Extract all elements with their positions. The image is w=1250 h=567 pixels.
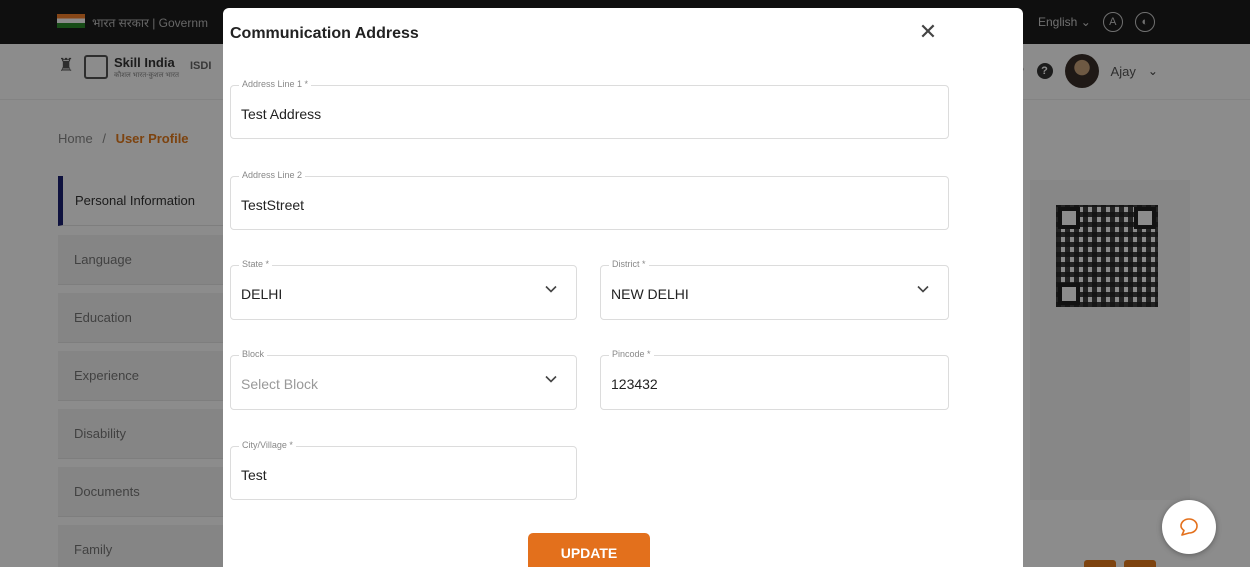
district-select[interactable]: District * NEW DELHI bbox=[600, 259, 949, 320]
pincode-value[interactable]: 123432 bbox=[611, 376, 658, 392]
state-select[interactable]: State * DELHI bbox=[230, 259, 577, 320]
city-village-field[interactable]: City/Village * Test bbox=[230, 440, 577, 500]
chevron-down-icon[interactable] bbox=[916, 282, 930, 296]
address-line-2-value[interactable]: TestStreet bbox=[241, 197, 304, 213]
district-label: District * bbox=[609, 259, 649, 269]
address-line-2-label: Address Line 2 bbox=[239, 170, 306, 180]
block-label: Block bbox=[239, 349, 268, 359]
address-line-1-label: Address Line 1 * bbox=[239, 79, 312, 89]
chevron-down-icon[interactable] bbox=[544, 282, 558, 296]
chat-bubble-icon bbox=[1180, 518, 1198, 536]
close-icon[interactable]: ✕ bbox=[916, 20, 940, 44]
chat-icon[interactable] bbox=[1162, 500, 1216, 554]
address-line-2-field[interactable]: Address Line 2 TestStreet bbox=[230, 170, 949, 230]
block-placeholder: Select Block bbox=[241, 376, 319, 392]
update-button[interactable]: UPDATE bbox=[528, 533, 650, 567]
city-village-value[interactable]: Test bbox=[241, 467, 267, 483]
chevron-down-icon[interactable] bbox=[544, 372, 558, 386]
pincode-label: Pincode * bbox=[609, 349, 654, 359]
state-value: DELHI bbox=[241, 286, 283, 302]
district-value: NEW DELHI bbox=[611, 286, 689, 302]
block-select[interactable]: Block Select Block bbox=[230, 349, 577, 410]
communication-address-modal: Communication Address ✕ Address Line 1 *… bbox=[223, 8, 1023, 567]
modal-title: Communication Address bbox=[230, 25, 419, 42]
state-label: State * bbox=[239, 259, 273, 269]
address-line-1-field[interactable]: Address Line 1 * Test Address bbox=[230, 79, 949, 139]
pincode-field[interactable]: Pincode * 123432 bbox=[600, 349, 949, 410]
address-line-1-value[interactable]: Test Address bbox=[241, 106, 321, 122]
city-village-label: City/Village * bbox=[239, 440, 296, 450]
